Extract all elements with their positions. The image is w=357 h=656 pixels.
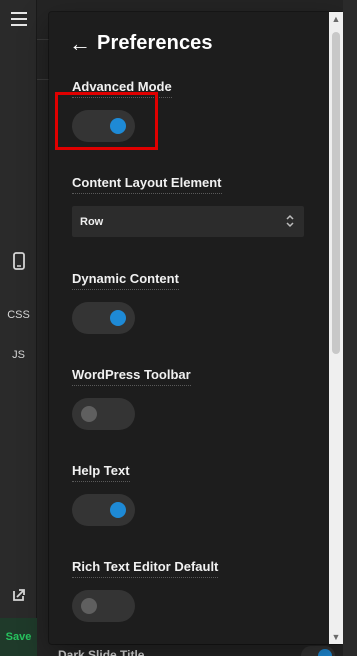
dynamic-content-setting: Dynamic Content — [72, 270, 179, 334]
wordpress-toolbar-toggle[interactable] — [72, 398, 135, 430]
advanced-mode-setting: Advanced Mode — [72, 78, 172, 142]
css-button[interactable]: CSS — [0, 306, 37, 324]
left-toolbar: CSS JS Save — [0, 0, 37, 656]
preferences-header: ← Preferences — [69, 32, 213, 55]
advanced-mode-toggle[interactable] — [72, 110, 135, 142]
help-text-label: Help Text — [72, 463, 130, 482]
toggle-knob — [81, 598, 97, 614]
window-edge — [343, 0, 357, 656]
content-layout-label: Content Layout Element — [72, 175, 222, 194]
wordpress-toolbar-setting: WordPress Toolbar — [72, 366, 191, 430]
rich-text-editor-setting: Rich Text Editor Default — [72, 558, 219, 622]
hamburger-icon[interactable] — [0, 8, 37, 30]
dynamic-content-toggle[interactable] — [72, 302, 135, 334]
save-button[interactable]: Save — [0, 618, 37, 656]
mobile-device-icon[interactable] — [0, 250, 37, 272]
help-text-toggle[interactable] — [72, 494, 135, 526]
builder-ui: Dark Slide Title CSS JS Save ← Preferenc… — [0, 0, 357, 656]
js-button[interactable]: JS — [0, 346, 37, 364]
dynamic-content-label: Dynamic Content — [72, 271, 179, 290]
rich-text-editor-label: Rich Text Editor Default — [72, 559, 219, 578]
external-link-icon[interactable] — [0, 584, 37, 606]
toggle-knob — [110, 502, 126, 518]
toggle-knob — [81, 406, 97, 422]
arrow-left-icon[interactable]: ← — [69, 32, 91, 55]
vertical-scrollbar[interactable]: ▲ ▼ — [329, 12, 343, 644]
page-title: Preferences — [97, 32, 213, 54]
advanced-mode-label: Advanced Mode — [72, 79, 172, 98]
content-layout-select[interactable]: Row — [72, 206, 304, 237]
background-partial-label: Dark Slide Title — [58, 648, 145, 656]
toggle-knob — [110, 310, 126, 326]
chevron-up-down-icon — [284, 214, 296, 228]
scroll-up-icon[interactable]: ▲ — [329, 12, 343, 26]
content-layout-value: Row — [80, 215, 104, 228]
rich-text-editor-toggle[interactable] — [72, 590, 135, 622]
toggle-knob — [110, 118, 126, 134]
help-text-setting: Help Text — [72, 462, 135, 526]
wordpress-toolbar-label: WordPress Toolbar — [72, 367, 191, 386]
preferences-panel: ← Preferences Advanced Mode Content Layo… — [49, 12, 343, 644]
content-layout-setting: Content Layout Element Row — [72, 174, 304, 237]
scroll-down-icon[interactable]: ▼ — [329, 630, 343, 644]
scroll-thumb[interactable] — [332, 32, 340, 354]
background-partial-toggle — [301, 646, 335, 656]
